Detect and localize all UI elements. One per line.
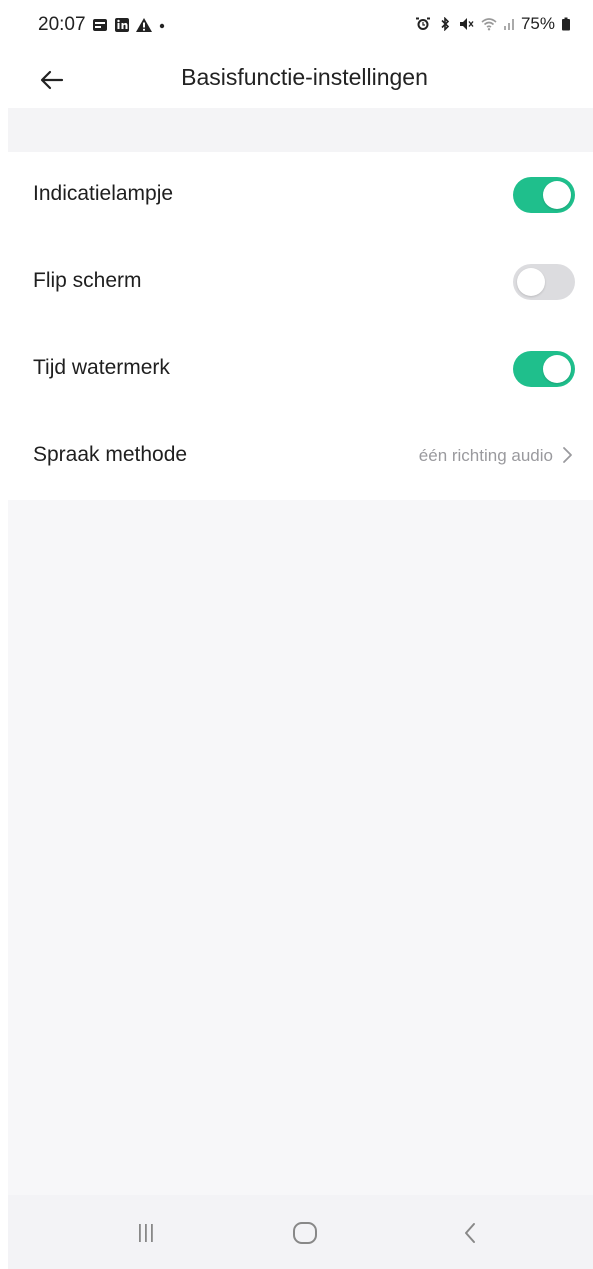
back-chevron-icon: [465, 1223, 475, 1243]
indicatielampje-toggle[interactable]: [513, 177, 575, 213]
toggle-knob: [543, 355, 571, 383]
status-bar: 20:07 75%: [8, 0, 593, 52]
back-nav-button[interactable]: [450, 1213, 490, 1253]
dot-icon: [158, 18, 166, 32]
setting-label: Indicatielampje: [33, 182, 174, 205]
app-header: Basisfunctie-instellingen: [8, 52, 593, 108]
status-time: 20:07: [38, 14, 86, 35]
setting-row-indicatielampje[interactable]: Indicatielampje: [8, 152, 593, 239]
screen: 20:07 75% Basisfunctie-instellingen Indi…: [8, 0, 593, 1269]
linkedin-icon: [114, 18, 130, 32]
bluetooth-icon: [437, 17, 453, 31]
warning-icon: [135, 18, 152, 32]
battery-percentage: 75%: [520, 14, 555, 33]
recent-apps-button[interactable]: [126, 1213, 166, 1253]
system-nav-bar: [8, 1195, 593, 1269]
flip-scherm-toggle[interactable]: [513, 264, 575, 300]
signal-icon: [503, 17, 515, 31]
battery-icon: [561, 17, 571, 31]
setting-row-spraak-methode[interactable]: Spraak methode één richting audio: [8, 413, 593, 500]
spraak-methode-value: één richting audio: [418, 446, 553, 465]
toggle-knob: [543, 181, 571, 209]
alarm-icon: [415, 17, 431, 31]
recent-apps-icon: [139, 1224, 153, 1242]
mute-icon: [459, 17, 475, 31]
wifi-icon: [481, 17, 497, 31]
status-right: 75%: [415, 14, 571, 34]
toggle-knob: [517, 268, 545, 296]
page-title: Basisfunctie-instellingen: [181, 64, 428, 90]
tijd-watermerk-toggle[interactable]: [513, 351, 575, 387]
setting-row-flip-scherm[interactable]: Flip scherm: [8, 239, 593, 326]
setting-row-tijd-watermerk[interactable]: Tijd watermerk: [8, 326, 593, 413]
setting-label: Tijd watermerk: [33, 356, 170, 379]
gallery-icon: [92, 18, 108, 32]
home-icon: [293, 1222, 317, 1244]
status-left: 20:07: [38, 14, 166, 36]
section-spacer: [8, 108, 593, 152]
chevron-right-icon: [563, 447, 572, 463]
setting-label: Spraak methode: [33, 443, 188, 466]
setting-label: Flip scherm: [33, 269, 142, 292]
settings-list: Indicatielampje Flip scherm Tijd waterme…: [8, 152, 593, 500]
home-button[interactable]: [285, 1213, 325, 1253]
